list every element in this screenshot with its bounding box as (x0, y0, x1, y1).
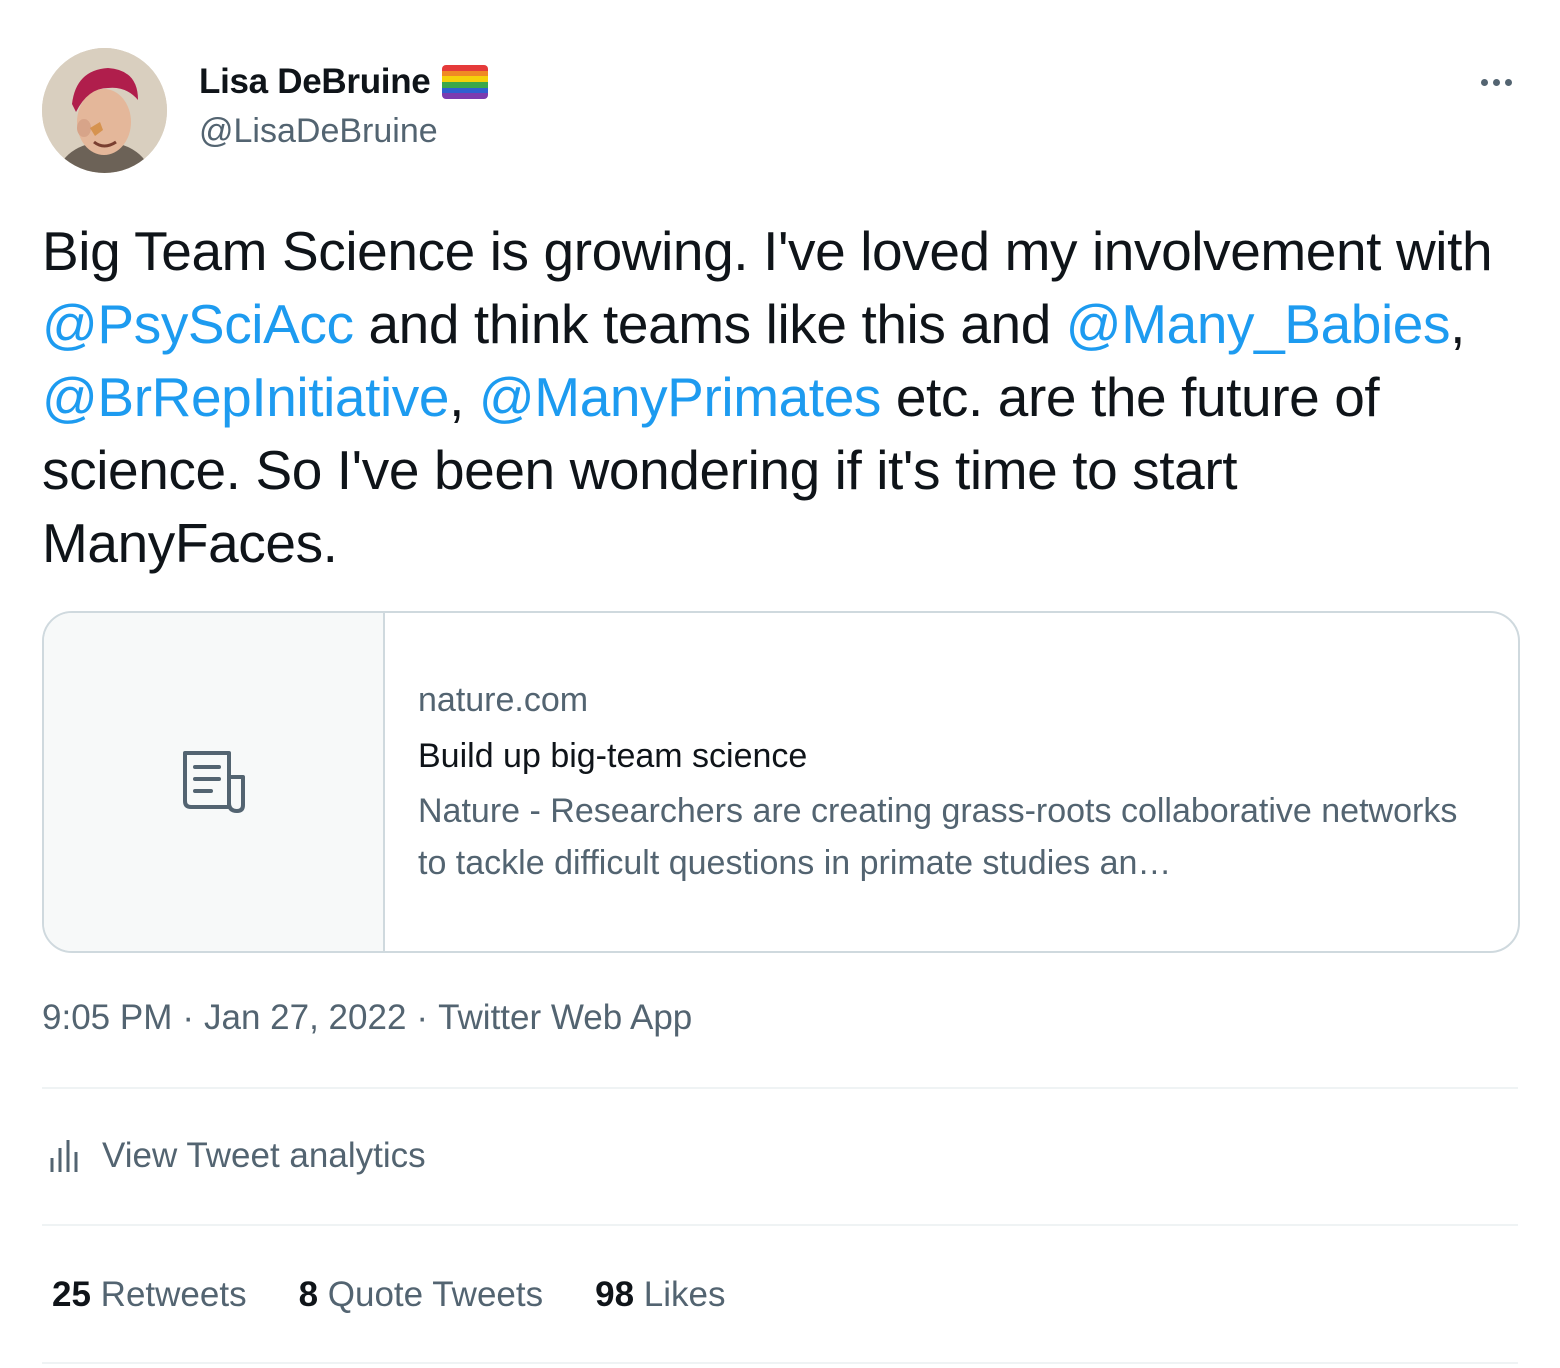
article-icon (182, 751, 245, 813)
retweets-label: Retweets (100, 1275, 247, 1314)
analytics-label: View Tweet analytics (102, 1136, 426, 1175)
likes-count: 98 (595, 1275, 635, 1314)
retweets-count: 25 (52, 1275, 91, 1314)
tweet-text-segment: and think teams like this and (353, 293, 1066, 355)
avatar[interactable] (42, 48, 167, 173)
meta-separator: · (182, 998, 195, 1037)
link-preview-card[interactable]: nature.com Build up big-team science Nat… (42, 611, 1520, 953)
tweet-meta: 9:05 PM · Jan 27, 2022 · Twitter Web App (42, 998, 692, 1038)
tweet-source[interactable]: Twitter Web App (438, 998, 692, 1038)
rainbow-flag-icon (442, 65, 489, 99)
quote-tweets-label: Quote Tweets (327, 1275, 544, 1314)
tweet-text-separator: , (449, 366, 479, 428)
tweet-stats: 25 Retweets 8 Quote Tweets 98 Likes (52, 1275, 726, 1315)
analytics-bars-icon (50, 1140, 78, 1172)
mention-manyprimates[interactable]: @ManyPrimates (479, 366, 882, 428)
mention-psysciacc[interactable]: @PsySciAcc (42, 293, 354, 355)
card-domain: nature.com (418, 681, 589, 719)
likes-label: Likes (643, 1275, 726, 1314)
display-name[interactable]: Lisa DeBruine (199, 62, 431, 102)
retweets-stat[interactable]: 25 Retweets (52, 1275, 247, 1315)
card-thumbnail (44, 613, 385, 951)
tweet-text-separator: , (1450, 293, 1465, 355)
more-options-icon[interactable] (1470, 62, 1522, 102)
mention-brrepinitiative[interactable]: @BrRepInitiative (42, 366, 449, 428)
tweet-text-segment: Big Team Science is growing. I've loved … (42, 220, 1493, 282)
author-name-row: Lisa DeBruine (199, 60, 489, 104)
quote-tweets-stat[interactable]: 8 Quote Tweets (299, 1275, 544, 1315)
divider (42, 1224, 1518, 1226)
profile-photo (42, 48, 167, 173)
view-analytics-link[interactable]: View Tweet analytics (48, 1136, 426, 1176)
card-title: Build up big-team science (418, 737, 808, 775)
tweet-date[interactable]: Jan 27, 2022 (204, 998, 406, 1038)
card-body: nature.com Build up big-team science Nat… (385, 613, 1508, 951)
tweet-text: Big Team Science is growing. I've loved … (42, 215, 1532, 580)
tweet-time[interactable]: 9:05 PM (42, 998, 172, 1038)
card-description: Nature - Researchers are creating grass-… (418, 792, 1458, 882)
meta-separator: · (416, 998, 429, 1037)
quote-tweets-count: 8 (298, 1275, 319, 1314)
user-handle[interactable]: @LisaDeBruine (199, 112, 438, 151)
divider (42, 1362, 1518, 1364)
mention-many-babies[interactable]: @Many_Babies (1066, 293, 1451, 355)
likes-stat[interactable]: 98 Likes (595, 1275, 725, 1315)
divider (42, 1087, 1518, 1089)
